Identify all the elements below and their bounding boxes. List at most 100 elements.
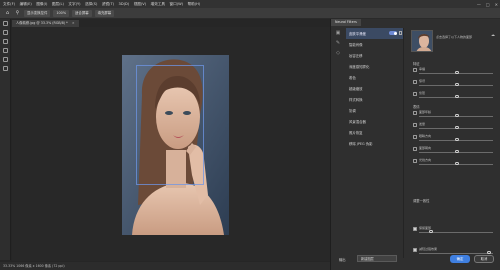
slider-checkbox[interactable]	[413, 92, 417, 96]
brush-tool[interactable]	[0, 55, 11, 64]
options-bar: ⌂ ⚲ 显示变换控件 100% 适合屏幕 填充屏幕	[0, 8, 500, 19]
filter-colorize[interactable]: 着色	[346, 72, 403, 83]
slider-checkbox[interactable]	[413, 248, 417, 252]
slider-track[interactable]	[419, 252, 493, 254]
canvas-area[interactable]	[12, 27, 330, 261]
filter-skin-smoothing[interactable]: 皮肤平滑度	[346, 28, 403, 39]
slider-label: 面部年龄	[419, 110, 432, 114]
close-icon[interactable]: ✕	[495, 2, 498, 7]
fit-screen-button[interactable]: 适合屏幕	[72, 9, 92, 17]
filter-label: 风景混合器	[349, 120, 366, 124]
slider-checkbox[interactable]	[413, 111, 417, 115]
filter-harmonization[interactable]: 协调	[346, 105, 403, 116]
slider-knob[interactable]	[455, 94, 459, 99]
slider-knob[interactable]	[429, 229, 433, 234]
close-tab-icon[interactable]: ×	[72, 21, 75, 25]
eraser-icon[interactable]: ◇	[331, 48, 345, 58]
menu-view[interactable]: 视图(V)	[134, 2, 146, 7]
minimize-icon[interactable]: —	[477, 2, 481, 7]
slider-label: 眼睛方向	[419, 134, 432, 138]
portrait-photo[interactable]	[122, 55, 229, 235]
lasso-tool[interactable]	[0, 37, 11, 46]
marquee-icon	[3, 30, 8, 35]
slider-knob[interactable]	[487, 250, 491, 255]
menu-filter[interactable]: 滤镜(T)	[102, 2, 114, 7]
maximize-icon[interactable]: □	[486, 2, 490, 7]
slider-checkbox[interactable]	[413, 227, 417, 231]
filter-label: 智能肖像	[349, 43, 363, 47]
home-icon[interactable]: ⌂	[4, 10, 11, 17]
face-selection-box[interactable]	[136, 65, 204, 185]
ok-button[interactable]: 确定	[450, 254, 470, 263]
slider-surprise[interactable]: 惊讶	[413, 78, 499, 88]
menu-type[interactable]: 文字(Y)	[68, 2, 80, 7]
menu-3d[interactable]: 3D(D)	[119, 2, 130, 6]
filter-toggle[interactable]	[389, 31, 397, 35]
slider-knob[interactable]	[455, 137, 459, 142]
slider-anger[interactable]: 愤怒	[413, 90, 499, 100]
menu-file[interactable]: 文件(F)	[3, 2, 15, 7]
menu-image[interactable]: 图像(I)	[36, 2, 47, 7]
slider-checkbox[interactable]	[413, 147, 417, 151]
slider-knob[interactable]	[455, 82, 459, 87]
slider-preserve-face[interactable]: 保留面部	[413, 225, 499, 235]
slider-knob[interactable]	[455, 161, 459, 166]
hand-tool[interactable]	[0, 64, 11, 73]
face-thumbnail[interactable]	[411, 30, 433, 52]
tools-panel	[0, 19, 11, 260]
window-controls: — □ ✕	[477, 0, 498, 8]
slider-knob[interactable]	[455, 113, 459, 118]
slider-eye-direction[interactable]: 眼睛方向	[413, 133, 499, 143]
filter-properties: 点击选择了以下人物的面部 ☁ 特征 幸福 惊讶 愤怒 表情 面部年龄 发量 眼睛…	[405, 28, 500, 260]
face-select-note: 点击选择了以下人物的面部	[436, 35, 473, 39]
slider-knob[interactable]	[455, 70, 459, 75]
slider-checkbox[interactable]	[413, 80, 417, 84]
filter-label: 协调	[349, 109, 356, 113]
slider-checkbox[interactable]	[413, 68, 417, 72]
show-transform-button[interactable]: 显示变换控件	[24, 9, 51, 17]
move-tool[interactable]	[0, 19, 11, 28]
slider-happiness[interactable]: 幸福	[413, 66, 499, 76]
brush-icon[interactable]: ✎	[331, 38, 345, 48]
filters-icon[interactable]: ▣	[331, 28, 345, 38]
menu-layer[interactable]: 图层(L)	[52, 2, 64, 7]
filter-list: 皮肤平滑度 智能肖像 妆容迁移 深度感知雾化 着色 超级缩放 样式转换 协调 风…	[346, 28, 404, 258]
document-tab[interactable]: 人像精修.jpg @ 33.3% (RGB/8) * ×	[12, 20, 79, 27]
filter-style-transfer[interactable]: 样式转换	[346, 94, 403, 105]
slider-light-direction[interactable]: 光线方向	[413, 157, 499, 167]
slider-knob[interactable]	[455, 149, 459, 154]
cancel-button[interactable]: 取消	[474, 254, 494, 263]
slider-head-direction[interactable]: 面部朝向	[413, 145, 499, 155]
menu-edit[interactable]: 编辑(E)	[20, 2, 32, 7]
filter-makeup-transfer[interactable]: 妆容迁移	[346, 50, 403, 61]
marquee-tool[interactable]	[0, 28, 11, 37]
status-bar: 33.33% 1066 像素 x 1600 像素 (72 ppi)	[0, 262, 330, 270]
filter-jpeg-removal[interactable]: 移除 JPEG 伪影	[346, 138, 403, 149]
filter-label: 移除 JPEG 伪影	[349, 142, 373, 146]
filter-landscape-mixer[interactable]: 风景混合器	[346, 116, 403, 127]
slider-checkbox[interactable]	[413, 135, 417, 139]
crop-icon	[3, 48, 8, 53]
menu-bar: 文件(F) 编辑(E) 图像(I) 图层(L) 文字(Y) 选择(S) 滤镜(T…	[0, 0, 500, 8]
menu-select[interactable]: 选择(S)	[85, 2, 97, 7]
slider-checkbox[interactable]	[413, 123, 417, 127]
slider-label: 发量	[419, 122, 426, 126]
fill-screen-button[interactable]: 填充屏幕	[94, 9, 115, 17]
slider-face-age[interactable]: 面部年龄	[413, 109, 499, 119]
filter-super-zoom[interactable]: 超级缩放	[346, 83, 403, 94]
menu-window[interactable]: 窗口(W)	[170, 2, 184, 7]
slider-hair-thickness[interactable]: 发量	[413, 121, 499, 131]
menu-help[interactable]: 帮助(H)	[188, 2, 201, 7]
slider-checkbox[interactable]	[413, 159, 417, 163]
output-select[interactable]: 新建图层	[357, 254, 397, 262]
filter-smart-portrait[interactable]: 智能肖像	[346, 39, 403, 50]
slider-knob[interactable]	[455, 125, 459, 130]
crop-tool[interactable]	[0, 46, 11, 55]
neural-filters-panel: Neural Filters ▣ ✎ ◇ 皮肤平滑度 智能肖像 妆容迁移 深度感…	[330, 19, 500, 270]
cloud-download-icon[interactable]	[399, 31, 402, 35]
filter-photo-restoration[interactable]: 照片恢复	[346, 127, 403, 138]
filter-depth-blur[interactable]: 深度感知雾化	[346, 61, 403, 72]
zoom-100-button[interactable]: 100%	[53, 9, 70, 17]
zoom-icon[interactable]: ⚲	[14, 10, 21, 17]
menu-plugins[interactable]: 增效工具	[151, 2, 165, 7]
